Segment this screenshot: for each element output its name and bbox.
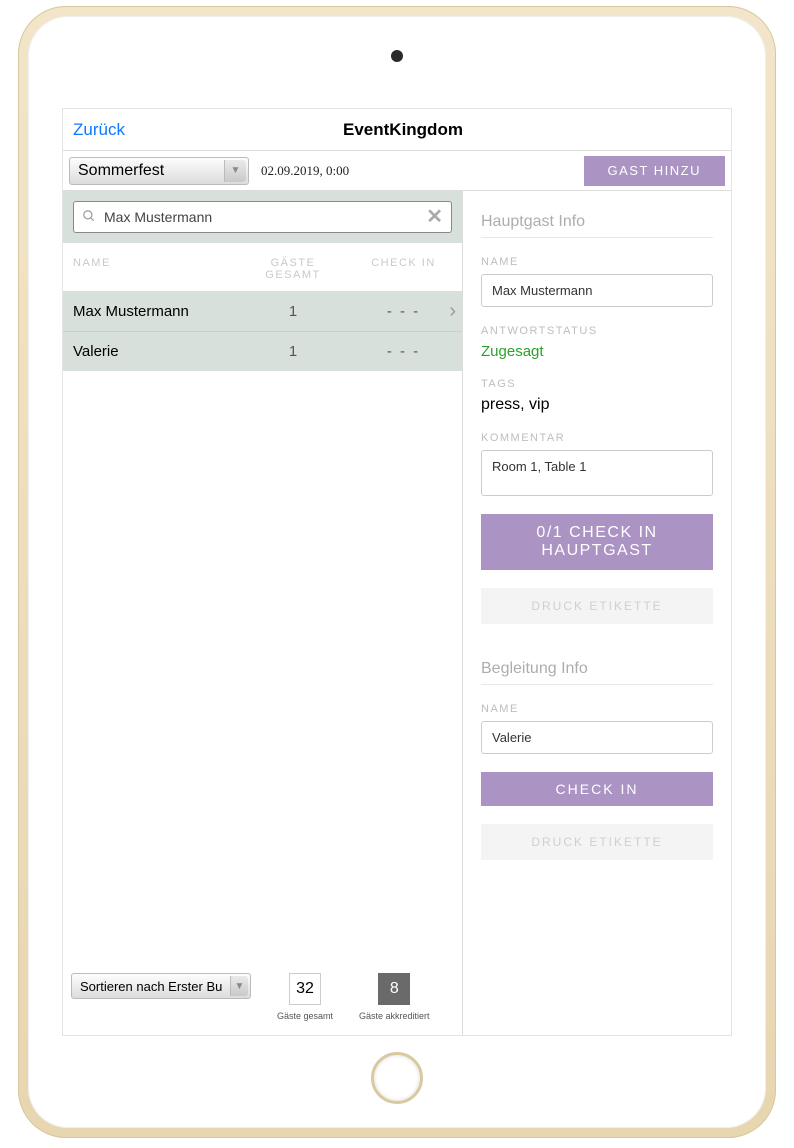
col-name: NAME xyxy=(73,257,243,281)
table-header: NAME GÄSTE GESAMT CHECK IN xyxy=(63,243,462,291)
table-row[interactable]: Valerie 1 - - - xyxy=(63,331,462,371)
home-button[interactable] xyxy=(371,1052,423,1104)
front-camera xyxy=(391,50,403,62)
status-value: Zugesagt xyxy=(481,343,713,360)
add-guest-button[interactable]: GAST HINZU xyxy=(584,156,726,186)
accredited-label: Gäste akkreditiert xyxy=(359,1011,430,1021)
comment-label: KOMMENTAR xyxy=(481,432,713,444)
event-selector-label: Sommerfest xyxy=(78,162,164,180)
cell-name: Max Mustermann xyxy=(73,303,243,320)
search-box[interactable]: ✕ xyxy=(73,201,452,233)
toolbar: Sommerfest ▼ 02.09.2019, 0:00 GAST HINZU xyxy=(63,151,731,191)
chevron-down-icon: ▼ xyxy=(230,976,248,996)
total-guests-box: 32 Gäste gesamt xyxy=(277,973,333,1021)
detail-panel: Hauptgast Info NAME Max Mustermann ANTWO… xyxy=(463,191,731,1035)
status-label: ANTWORTSTATUS xyxy=(481,325,713,337)
companion-name-field[interactable]: Valerie xyxy=(481,721,713,754)
print-label-button[interactable]: DRUCK ETIKETTE xyxy=(481,588,713,624)
table-row[interactable]: Max Mustermann 1 - - - › xyxy=(63,291,462,331)
checkin-main-button[interactable]: 0/1 CHECK IN HAUPTGAST xyxy=(481,514,713,570)
accredited-box: 8 Gäste akkreditiert xyxy=(359,973,430,1021)
app-screen: Zurück EventKingdom Sommerfest ▼ 02.09.2… xyxy=(62,108,732,1036)
title-bar: Zurück EventKingdom xyxy=(63,109,731,151)
cell-checkin: - - - xyxy=(343,303,452,320)
print-companion-label-button[interactable]: DRUCK ETIKETTE xyxy=(481,824,713,860)
col-guests: GÄSTE GESAMT xyxy=(243,257,343,281)
list-footer: Sortieren nach Erster Bu ▼ 32 Gäste gesa… xyxy=(63,964,462,1035)
search-input[interactable] xyxy=(104,209,418,225)
total-guests-label: Gäste gesamt xyxy=(277,1011,333,1021)
search-icon xyxy=(82,209,96,226)
sort-selector[interactable]: Sortieren nach Erster Bu ▼ xyxy=(71,973,251,999)
cell-checkin: - - - xyxy=(343,343,452,360)
tablet-frame: Zurück EventKingdom Sommerfest ▼ 02.09.2… xyxy=(18,6,776,1138)
event-selector[interactable]: Sommerfest ▼ xyxy=(69,157,249,185)
clear-search-icon[interactable]: ✕ xyxy=(426,207,443,227)
chevron-down-icon: ▼ xyxy=(224,160,246,182)
cell-name: Valerie xyxy=(73,343,243,360)
name-field[interactable]: Max Mustermann xyxy=(481,274,713,307)
accredited-value: 8 xyxy=(378,973,410,1005)
name-label: NAME xyxy=(481,256,713,268)
chevron-right-icon: › xyxy=(449,300,456,323)
cell-guests: 1 xyxy=(243,343,343,360)
tags-value: press, vip xyxy=(481,396,713,414)
comment-field[interactable]: Room 1, Table 1 xyxy=(481,450,713,496)
total-guests-value: 32 xyxy=(289,973,321,1005)
table-rows: Max Mustermann 1 - - - › Valerie 1 - - - xyxy=(63,291,462,371)
sort-label: Sortieren nach Erster Bu xyxy=(80,979,222,994)
search-wrap: ✕ xyxy=(63,191,462,243)
cell-guests: 1 xyxy=(243,303,343,320)
main-guest-title: Hauptgast Info xyxy=(481,213,713,231)
tags-label: TAGS xyxy=(481,378,713,390)
app-title: EventKingdom xyxy=(75,120,731,140)
companion-name-label: NAME xyxy=(481,703,713,715)
checkin-companion-button[interactable]: CHECK IN xyxy=(481,772,713,806)
col-checkin: CHECK IN xyxy=(343,257,452,281)
event-datetime: 02.09.2019, 0:00 xyxy=(261,163,349,179)
companion-title: Begleitung Info xyxy=(481,660,713,678)
guest-list-panel: ✕ NAME GÄSTE GESAMT CHECK IN Max Musterm… xyxy=(63,191,463,1035)
tablet-bezel: Zurück EventKingdom Sommerfest ▼ 02.09.2… xyxy=(28,16,766,1128)
